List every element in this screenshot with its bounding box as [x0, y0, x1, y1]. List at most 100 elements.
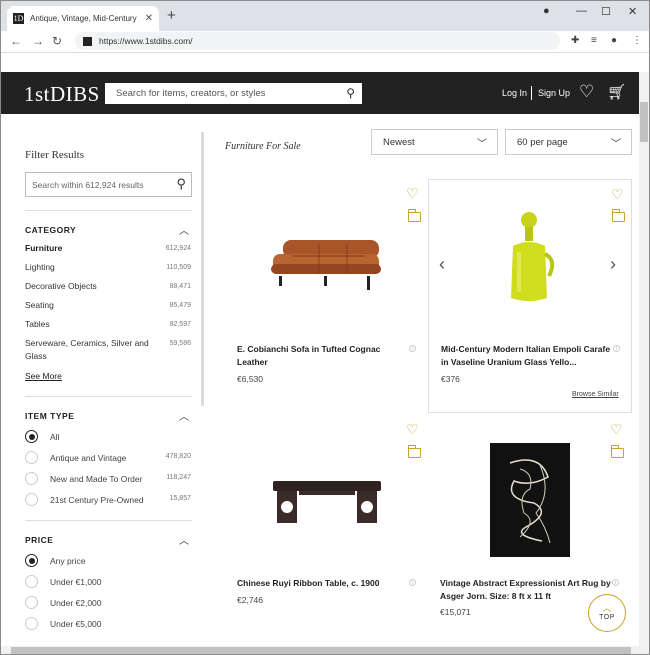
signup-link[interactable]: Sign Up — [538, 88, 570, 98]
product-price: €15,071 — [440, 607, 471, 617]
site-logo[interactable]: 1stDIBS — [24, 82, 100, 107]
chevron-down-icon: ﹀ — [477, 139, 487, 150]
chevron-right-icon[interactable]: › — [610, 254, 616, 275]
scrollbar-thumb[interactable] — [11, 647, 631, 654]
sidebar-scrollbar[interactable] — [201, 132, 204, 406]
product-name[interactable]: Mid-Century Modern Italian Empoli Carafe… — [441, 343, 616, 369]
product-name[interactable]: Chinese Ruyi Ribbon Table, c. 1900 — [237, 577, 412, 590]
product-image-table[interactable] — [269, 473, 385, 531]
filter-sidebar: Filter Results Search within 612,924 res… — [1, 114, 206, 646]
filter-search-input[interactable]: Search within 612,924 results ⚲ — [25, 172, 192, 197]
heart-icon[interactable]: ♡ — [610, 421, 623, 438]
item-type-option-all[interactable]: All — [25, 430, 195, 444]
category-item[interactable]: Tables 82,597 — [25, 318, 191, 331]
page-horizontal-scrollbar[interactable] — [1, 646, 639, 654]
forward-icon[interactable]: → — [32, 34, 44, 48]
info-icon[interactable]: i — [409, 579, 416, 586]
radio-icon — [25, 596, 38, 609]
site-header: 1stDIBS Search for items, creators, or s… — [1, 72, 639, 114]
price-option-any[interactable]: Any price — [25, 554, 195, 568]
chevron-up-icon[interactable]: ︿ — [179, 222, 189, 237]
page-vertical-scrollbar[interactable] — [639, 72, 649, 654]
extensions-icon[interactable]: ✚ — [571, 35, 579, 46]
heart-icon[interactable]: ♡ — [406, 185, 419, 202]
divider — [25, 210, 192, 211]
see-more-link[interactable]: See More — [25, 371, 62, 381]
search-icon[interactable]: ⚲ — [176, 176, 186, 192]
product-name[interactable]: Vintage Abstract Expressionist Art Rug b… — [440, 577, 615, 603]
category-label: Decorative Objects — [25, 281, 97, 291]
filter-search-placeholder: Search within 612,924 results — [32, 179, 144, 190]
radio-selected-icon — [25, 430, 38, 443]
chevron-left-icon[interactable]: ‹ — [439, 254, 445, 275]
address-bar[interactable]: https://www.1stdibs.com/ — [75, 32, 560, 50]
item-type-option[interactable]: 21st Century Pre-Owned 15,857 — [25, 493, 195, 507]
info-icon[interactable]: i — [409, 345, 416, 352]
close-window-icon[interactable]: ✕ — [628, 5, 637, 18]
category-item[interactable]: Seating 85,479 — [25, 299, 191, 312]
favorites-heart-icon[interactable]: ♡ — [579, 82, 594, 102]
browser-tab[interactable]: 1D Antique, Vintage, Mid-Century a ✕ — [7, 6, 159, 31]
product-image-rug[interactable] — [490, 443, 570, 557]
reload-icon[interactable]: ↻ — [52, 34, 62, 48]
search-icon[interactable]: ⚲ — [346, 86, 355, 100]
account-icon[interactable]: ● — [611, 35, 617, 46]
product-name[interactable]: E. Cobianchi Sofa in Tufted Cognac Leath… — [237, 343, 412, 369]
reading-list-icon[interactable]: ≡ — [591, 35, 597, 46]
login-link[interactable]: Log In — [502, 88, 527, 98]
product-card[interactable]: ♡ ‹ › Mid-Century Modern Italian Empoli … — [428, 179, 632, 413]
per-page-dropdown[interactable]: 60 per page ﹀ — [505, 129, 632, 155]
radio-icon — [25, 617, 38, 630]
back-icon[interactable]: ← — [10, 34, 22, 48]
heart-icon[interactable]: ♡ — [611, 186, 624, 203]
price-heading[interactable]: PRICE — [25, 535, 53, 545]
close-tab-icon[interactable]: ✕ — [145, 13, 153, 24]
back-to-top-button[interactable]: ︿ TOP — [588, 594, 626, 632]
price-option[interactable]: Under €5,000 — [25, 617, 195, 631]
folder-icon[interactable] — [612, 209, 625, 222]
product-price: €2,746 — [237, 595, 263, 605]
item-type-heading[interactable]: ITEM TYPE — [25, 411, 74, 421]
info-icon[interactable]: i — [612, 579, 619, 586]
product-card[interactable]: ♡ E. Cobianchi Sofa in Tufted Cognac Lea… — [225, 179, 428, 412]
product-card[interactable]: ♡ Vintage Abstract Expressionist Art Rug… — [428, 415, 632, 617]
profile-menu-icon[interactable]: ● — [543, 5, 550, 17]
chevron-up-icon[interactable]: ︿ — [179, 408, 189, 423]
product-price: €376 — [441, 374, 460, 384]
new-tab-button[interactable]: + — [167, 7, 176, 24]
folder-icon[interactable] — [408, 445, 421, 458]
cart-icon[interactable]: 🛒︎ — [607, 83, 626, 101]
maximize-icon[interactable]: ☐ — [601, 5, 611, 18]
category-item[interactable]: Decorative Objects 88,471 — [25, 280, 191, 293]
filter-title: Filter Results — [25, 149, 84, 161]
folder-icon[interactable] — [408, 209, 421, 222]
browse-similar-link[interactable]: Browse Similar — [572, 391, 619, 398]
minimize-icon[interactable]: — — [576, 5, 587, 17]
category-item[interactable]: Lighting 110,509 — [25, 261, 191, 274]
product-image-sofa[interactable] — [269, 234, 384, 296]
radio-icon — [25, 575, 38, 588]
info-icon[interactable]: i — [613, 345, 620, 352]
sort-dropdown[interactable]: Newest ﹀ — [371, 129, 498, 155]
kebab-menu-icon[interactable]: ⋮ — [632, 35, 642, 46]
option-count: 478,820 — [165, 453, 191, 460]
category-label: Serveware, Ceramics, Silver and Glass — [25, 338, 149, 361]
category-item[interactable]: Furniture 612,924 — [25, 242, 191, 255]
product-card[interactable]: ♡ Chinese Ruyi Ribbon Table, c. 1900 €2,… — [225, 415, 428, 615]
item-type-option[interactable]: Antique and Vintage 478,820 — [25, 451, 195, 465]
category-label: Seating — [25, 300, 54, 310]
chevron-up-icon[interactable]: ︿ — [179, 532, 189, 547]
category-item[interactable]: Serveware, Ceramics, Silver and Glass 59… — [25, 337, 191, 363]
category-count: 85,479 — [169, 302, 191, 309]
folder-icon[interactable] — [611, 445, 624, 458]
site-search-input[interactable]: Search for items, creators, or styles ⚲ — [105, 83, 362, 104]
radio-icon — [25, 451, 38, 464]
scrollbar-thumb[interactable] — [640, 102, 648, 142]
category-heading[interactable]: CATEGORY — [25, 225, 76, 235]
item-type-option[interactable]: New and Made To Order 118,247 — [25, 472, 195, 486]
url-text: https://www.1stdibs.com/ — [99, 36, 193, 46]
heart-icon[interactable]: ♡ — [406, 421, 419, 438]
product-image-carafe[interactable] — [501, 210, 561, 306]
price-option[interactable]: Under €1,000 — [25, 575, 195, 589]
price-option[interactable]: Under €2,000 — [25, 596, 195, 610]
